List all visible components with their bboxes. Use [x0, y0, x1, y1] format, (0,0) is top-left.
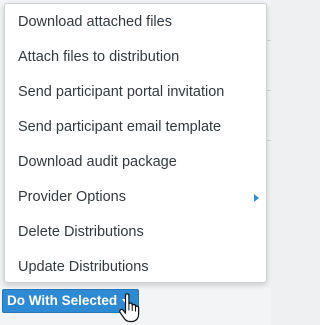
do-with-selected-label: Do With Selected	[7, 293, 118, 308]
menu-item-label: Delete Distributions	[18, 224, 144, 240]
menu-item-label: Send participant portal invitation	[18, 84, 225, 100]
menu-item-update-distributions[interactable]: Update Distributions	[5, 250, 266, 285]
menu-item-label: Download audit package	[18, 154, 177, 170]
menu-item-send-participant-portal-invitation[interactable]: Send participant portal invitation	[5, 75, 266, 110]
menu-item-label: Update Distributions	[18, 259, 149, 275]
menu-item-provider-options[interactable]: Provider Options	[5, 180, 266, 215]
menu-item-delete-distributions[interactable]: Delete Distributions	[5, 215, 266, 250]
menu-item-label: Download attached files	[18, 14, 172, 30]
menu-item-send-participant-email-template[interactable]: Send participant email template	[5, 110, 266, 145]
hand-pointer-cursor-icon	[119, 293, 140, 323]
menu-item-attach-files-to-distribution[interactable]: Attach files to distribution	[5, 40, 266, 75]
menu-item-label: Send participant email template	[18, 119, 222, 135]
caret-right-icon	[254, 194, 259, 202]
do-with-selected-menu: Download attached files Attach files to …	[4, 3, 267, 283]
menu-item-download-attached-files[interactable]: Download attached files	[5, 5, 266, 40]
menu-item-label: Attach files to distribution	[18, 49, 180, 65]
menu-item-download-audit-package[interactable]: Download audit package	[5, 145, 266, 180]
menu-item-label: Provider Options	[18, 189, 126, 205]
